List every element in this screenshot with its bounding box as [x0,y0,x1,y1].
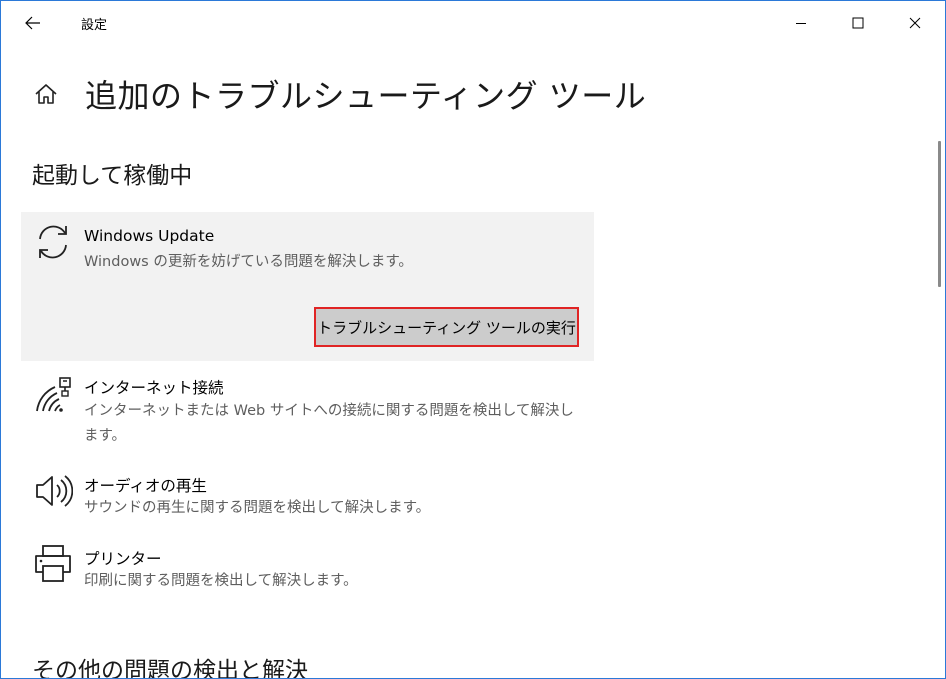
troubleshooter-name: インターネット接続 [84,379,224,397]
troubleshooter-item-audio[interactable]: オーディオの再生 サウンドの再生に関する問題を検出して解決します。 [21,471,594,521]
back-arrow-icon [25,16,40,30]
close-button[interactable] [892,1,938,45]
home-icon[interactable] [33,81,59,107]
troubleshooter-name: プリンター [84,550,162,568]
section-title-other: その他の問題の検出と解決 [32,658,308,679]
printer-icon [35,545,71,582]
wifi-ethernet-icon [36,377,71,412]
close-icon [909,17,921,29]
sync-icon [39,225,67,259]
section-title-running: 起動して稼働中 [32,163,193,189]
troubleshooter-description: Windows の更新を妨げている問題を解決します。 [84,254,413,270]
scrollbar-thumb[interactable] [938,141,941,287]
page-title: 追加のトラブルシューティング ツール [85,77,647,115]
speaker-icon [36,475,73,507]
minimize-icon [796,23,806,24]
settings-window: 設定 追加のトラブルシューティング ツール 起動して稼働中 Windows Up… [0,0,946,679]
minimize-button[interactable] [778,1,824,45]
back-button[interactable] [13,7,53,39]
troubleshooter-name: オーディオの再生 [84,477,207,495]
troubleshooter-description: サウンドの再生に関する問題を検出して解決します。 [84,500,431,516]
maximize-button[interactable] [835,1,881,45]
title-bar: 設定 [1,1,945,45]
troubleshooter-item-printer[interactable]: プリンター 印刷に関する問題を検出して解決します。 [21,544,594,594]
run-troubleshooter-button[interactable]: トラブルシューティング ツールの実行 [314,307,579,347]
troubleshooter-item-internet[interactable]: インターネット接続 インターネットまたは Web サイトへの接続に関する問題を検… [21,373,594,449]
troubleshooter-description: インターネットまたは Web サイトへの接続に関する問題を検出して解決します。 [84,403,574,444]
maximize-icon [852,17,864,29]
troubleshooter-description: 印刷に関する問題を検出して解決します。 [84,573,358,589]
window-title: 設定 [81,18,108,33]
troubleshooter-name: Windows Update [84,227,215,245]
